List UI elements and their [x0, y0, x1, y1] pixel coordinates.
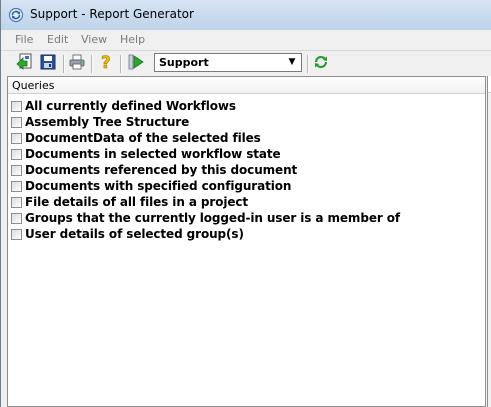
list-item[interactable]: File details of all files in a project: [11, 194, 481, 210]
print-button[interactable]: [67, 54, 87, 74]
toolbar-separator: [63, 55, 65, 73]
query-label: Documents referenced by this document: [25, 163, 298, 177]
query-label: Assembly Tree Structure: [25, 115, 190, 129]
toolbar-separator: [91, 55, 93, 73]
query-label: Groups that the currently logged-in user…: [25, 211, 401, 225]
query-list: All currently defined Workflows Assembly…: [11, 98, 481, 242]
save-button[interactable]: [38, 54, 58, 74]
import-icon: [15, 53, 33, 75]
save-icon: [40, 54, 56, 74]
toolbar: ? Support ▼: [1, 50, 491, 77]
data-source-select[interactable]: Support ▼: [154, 53, 302, 72]
title-bar[interactable]: Support - Report Generator: [1, 0, 491, 31]
queries-column-header[interactable]: Queries: [8, 77, 485, 94]
list-item[interactable]: DocumentData of the selected files: [11, 130, 481, 146]
report-generator-window: Support - Report Generator File Edit Vie…: [0, 0, 491, 407]
list-item[interactable]: User details of selected group(s): [11, 226, 481, 242]
splitter-panel-edge[interactable]: [487, 76, 491, 407]
list-item[interactable]: Assembly Tree Structure: [11, 114, 481, 130]
toolbar-separator: [307, 55, 309, 73]
query-checkbox[interactable]: [11, 132, 22, 144]
list-item[interactable]: Documents with specified configuration: [11, 178, 481, 194]
refresh-icon: [313, 54, 329, 74]
query-checkbox[interactable]: [11, 180, 22, 192]
help-icon: ?: [98, 53, 114, 75]
menu-bar: File Edit View Help: [1, 30, 491, 50]
run-button[interactable]: [126, 54, 146, 74]
menu-view[interactable]: View: [81, 33, 107, 46]
query-checkbox[interactable]: [11, 164, 22, 176]
svg-text:?: ?: [101, 53, 111, 71]
query-checkbox[interactable]: [11, 196, 22, 208]
list-item[interactable]: Groups that the currently logged-in user…: [11, 210, 481, 226]
queries-panel: Queries All currently defined Workflows …: [7, 76, 486, 407]
refresh-button[interactable]: [311, 54, 331, 74]
query-label: DocumentData of the selected files: [25, 131, 261, 145]
query-checkbox[interactable]: [11, 228, 22, 240]
query-label: Documents in selected workflow state: [25, 147, 281, 161]
print-icon: [68, 53, 86, 75]
query-checkbox[interactable]: [11, 212, 22, 224]
query-label: Documents with specified configuration: [25, 179, 292, 193]
run-icon: [127, 53, 145, 75]
list-item[interactable]: All currently defined Workflows: [11, 98, 481, 114]
help-button[interactable]: ?: [96, 53, 116, 75]
menu-file[interactable]: File: [15, 33, 33, 46]
data-source-value: Support: [159, 56, 209, 69]
query-checkbox[interactable]: [11, 148, 22, 160]
menu-help[interactable]: Help: [120, 33, 145, 46]
query-checkbox[interactable]: [11, 116, 22, 128]
query-checkbox[interactable]: [11, 100, 22, 112]
menu-edit[interactable]: Edit: [47, 33, 68, 46]
chevron-down-icon[interactable]: ▼: [285, 55, 299, 70]
queries-header-label: Queries: [12, 79, 55, 92]
query-label: All currently defined Workflows: [25, 99, 236, 113]
refresh-document-icon: [8, 7, 24, 23]
import-button[interactable]: [14, 53, 34, 75]
window-title: Support - Report Generator: [30, 7, 194, 21]
toolbar-separator: [120, 55, 122, 73]
list-item[interactable]: Documents in selected workflow state: [11, 146, 481, 162]
list-item[interactable]: Documents referenced by this document: [11, 162, 481, 178]
query-label: User details of selected group(s): [25, 227, 244, 241]
query-label: File details of all files in a project: [25, 195, 249, 209]
